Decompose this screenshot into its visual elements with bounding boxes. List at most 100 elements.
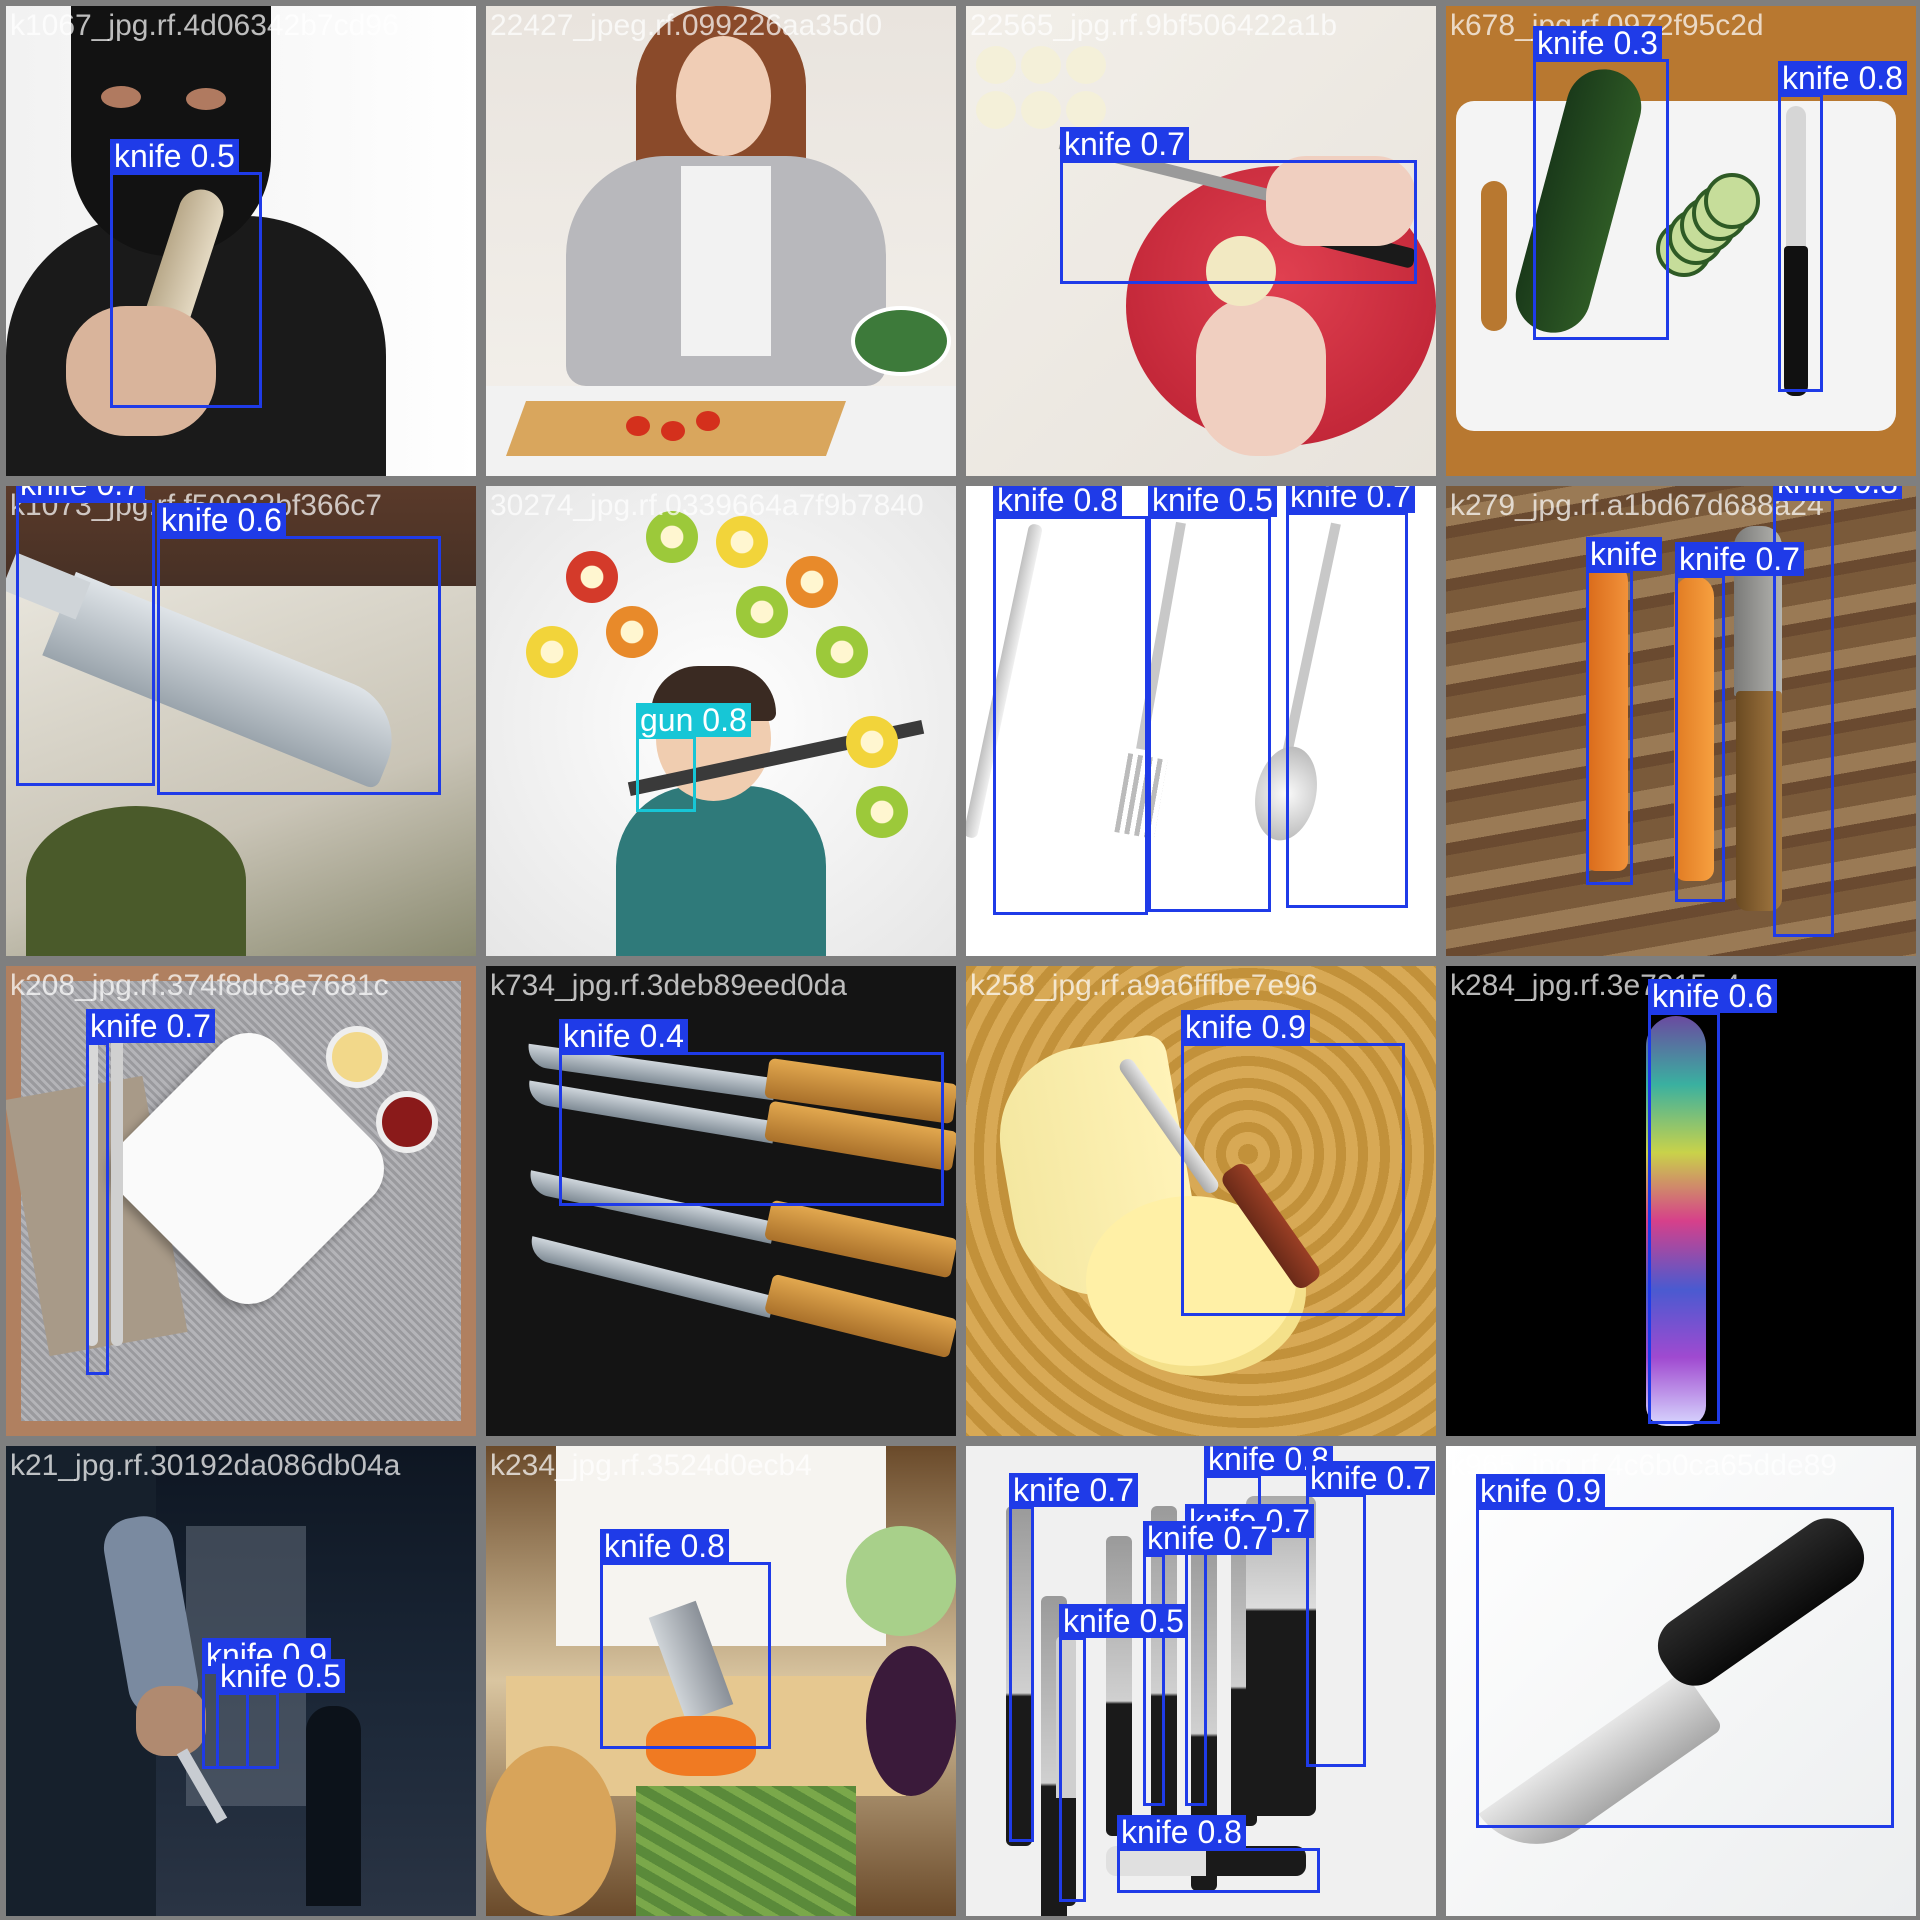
fruit-half [646,511,698,563]
knife-detection-box: knife 0.7 [1009,1473,1138,1842]
image-tile: 22427_jpeg.rf.099226aa35d0 [486,6,956,476]
detection-label: knife 0.8 [993,486,1122,517]
wooden-handle [763,1200,956,1279]
knife-detection-box: knife [1586,537,1662,885]
detection-label: knife 0.7 [1060,127,1189,161]
knife-blade [527,1236,775,1318]
fruit-half [786,556,838,608]
knife-detection-box: knife 0.7 [1286,486,1415,908]
onion [1021,91,1061,129]
knife-detection-box: knife 0.4 [559,1019,944,1206]
fruit-half [526,626,578,678]
detection-label: knife 0.8 [1773,486,1902,499]
detection-label: knife 0.8 [1117,1815,1246,1849]
knife-detection-box: knife 0.3 [1533,26,1669,340]
detection-label: knife 0.7 [86,1009,215,1043]
knife-detection-box: knife 0.7 [1060,127,1417,284]
knife-detection-box: knife 0.5 [216,1659,345,1769]
figure [306,1706,361,1906]
detection-label: knife 0.9 [1181,1010,1310,1044]
salad-bowl [851,306,951,376]
detection-label: knife 0.5 [110,139,239,173]
image-tile: k965_jpg.rf.4c6b0ca65dde89 knife 0.9 [1446,1446,1916,1916]
knife-detection-box: knife 0.5 [110,139,262,408]
detection-grid: k1067_jpg.rf.4d06342b7cd96 knife 0.5 22427… [0,0,1920,1920]
face [676,36,771,156]
green-beans [636,1786,856,1916]
knife-detection-box: knife 0.6 [1648,979,1777,1424]
image-tile: k21_jpg.rf.30192da086db04a knife 0.9 knife… [6,1446,476,1916]
image-tile: k279_jpg.rf.a1bd67d688a24knifeknife 0.7k… [1446,486,1916,956]
scene-table-setting [6,966,476,1436]
knife-detection-box: knife 0.8 [993,486,1148,915]
detection-label: knife 0.5 [1148,486,1277,517]
image-tile: k284_jpg.rf.3e7315a4 knife 0.6 [1446,966,1916,1436]
tomato-3 [696,411,720,431]
tomato-1 [626,416,650,436]
onion [976,91,1016,129]
knife-detection-box: knife 0.8 [600,1529,771,1749]
detection-label: knife 0.7 [1306,1461,1435,1495]
detection-label: knife 0.7 [1009,1473,1138,1507]
cabbage [846,1526,956,1636]
eye-hole-left [101,86,141,108]
detection-label: gun 0.8 [636,703,751,737]
fruit-half [606,606,658,658]
knife-detection-box: knife 0.7 [86,1009,215,1375]
knife-detection-box: knife 0.5 [1148,486,1277,912]
shirt [681,166,771,356]
ketchup-bowl [376,1091,438,1153]
image-tile: k1067_jpg.rf.4d06342b7cd96 knife 0.5 [6,6,476,476]
detection-label: knife 0.5 [216,1659,345,1693]
hanging-knife [1106,1536,1132,1836]
detection-label: knife 0.7 [1143,1521,1272,1555]
image-tile: k678_jpg.rf.0972f95c2dknife 0.3knife 0.8 [1446,6,1916,476]
image-tile: k234_jpg.rf.3524d0ecb4 knife 0.8 [486,1446,956,1916]
knife-detection-box: knife 0.7 [1306,1461,1435,1767]
tomato-2 [661,421,685,441]
hand-left [1196,296,1326,456]
eggplant [866,1646,956,1796]
moss [26,806,246,956]
detection-label: knife 0.7 [16,486,145,501]
detection-label: knife 0.4 [559,1019,688,1053]
fruit-half [736,586,788,638]
knife-detection-box: knife 0.8 [1778,61,1907,392]
cucumber-slice [1704,173,1760,229]
onion [1066,91,1106,129]
knife-detection-box: knife 0.6 [157,503,441,795]
image-tile: k208_jpg.rf.374f8dc8e7681c knife 0.7 [6,966,476,1436]
detection-label: knife [1586,537,1662,571]
image-tile: knife 0.8 knife 0.5 knife 0.7 [966,486,1436,956]
detection-label: knife 0.8 [1778,61,1907,95]
knife-detection-box: knife 0.7 [1675,542,1804,902]
fruit-half [716,516,768,568]
scene-woman-cooking [486,6,956,476]
gun-detection-box: gun 0.8 [636,703,751,812]
image-tile: k1073_jpg.rf.f50032bf366c7knife 0.7knife… [6,486,476,956]
onion [1021,46,1061,84]
image-tile: 22565_jpg.rf.9bf506422a1b knife 0.7 [966,6,1436,476]
knife-detection-box: knife 0.7 [16,486,155,786]
fork [111,1026,123,1346]
detection-label: knife 0.7 [1286,486,1415,513]
onion [1066,46,1106,84]
board-handle [1481,181,1507,331]
detection-label: knife 0.3 [1533,26,1662,60]
eye-hole-right [186,88,226,110]
knife-detection-box: knife 0.5 [1059,1604,1188,1902]
detection-label: knife 0.5 [1059,1604,1188,1638]
image-tile: knife 0.7knife 0.8knife 0.7knife 0.7knif… [966,1446,1436,1916]
fruit-half [566,551,618,603]
image-tile: 30274_jpg.rf.0339664a7f9b7840 gun 0.8 [486,486,956,956]
knife-detection-box: knife 0.7 [1185,1504,1314,1806]
mayo-bowl [326,1026,388,1088]
onions [486,1746,616,1916]
fruit-half [846,716,898,768]
detection-label: knife 0.6 [1648,979,1777,1013]
knife-detection-box: knife 0.8 [1773,486,1902,937]
fruit-half [816,626,868,678]
image-tile: k258_jpg.rf.a9a6fffbe7e96 knife 0.9 [966,966,1436,1436]
detection-label: knife 0.9 [1476,1474,1605,1508]
detection-label: knife 0.6 [157,503,286,537]
